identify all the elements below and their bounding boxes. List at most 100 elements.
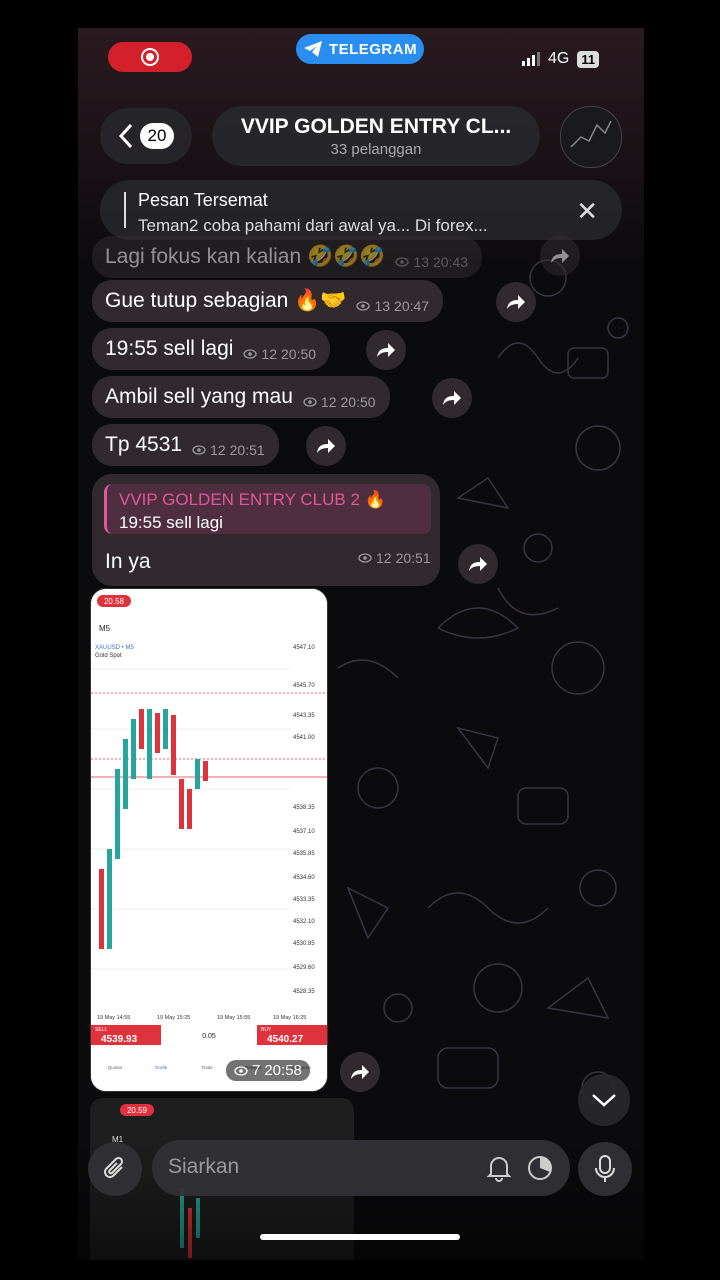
- trading-chart-image: 20.58 M5 XAUUSD • M5 Gold Spot 4547.10 4…: [91, 589, 327, 1091]
- attach-button[interactable]: [88, 1142, 142, 1196]
- back-chevron-icon: [118, 123, 132, 149]
- forward-button[interactable]: [540, 236, 580, 276]
- message-bubble[interactable]: Gue tutup sebagian 🔥🤝 13 20:47: [92, 280, 444, 322]
- forward-button[interactable]: [496, 282, 536, 322]
- eye-icon: [243, 349, 258, 359]
- subscriber-count: 33 pelanggan: [330, 141, 422, 158]
- signal-indicators: 4G 11: [522, 50, 600, 68]
- svg-text:4534.60: 4534.60: [293, 875, 315, 881]
- forward-button[interactable]: [340, 1052, 380, 1092]
- view-count: 13: [374, 298, 391, 314]
- svg-text:19 May 15:25: 19 May 15:25: [157, 1015, 190, 1021]
- bell-icon[interactable]: [486, 1154, 512, 1182]
- eye-icon: [303, 397, 317, 407]
- sell-price: 4539.93: [101, 1034, 138, 1045]
- view-count: 12: [376, 550, 392, 566]
- avatar-chart-thumbnail: [570, 120, 612, 148]
- message-time: 20:58: [264, 1062, 302, 1079]
- telegram-pill[interactable]: TELEGRAM: [296, 34, 424, 64]
- reply-message-bubble[interactable]: VVIP GOLDEN ENTRY CLUB 2 🔥 19:55 sell la…: [92, 474, 440, 586]
- message-bubble[interactable]: Lagi fokus kan kalian 🤣🤣🤣 13 20:43: [92, 236, 483, 278]
- message-time: 20:51: [229, 442, 265, 458]
- message-meta: 13 20:43: [395, 244, 468, 270]
- message-meta: 12 20:51: [192, 432, 265, 458]
- svg-text:4543.35: 4543.35: [293, 713, 315, 719]
- timer-icon[interactable]: [526, 1154, 554, 1182]
- buy-price: 4540.27: [267, 1034, 304, 1045]
- forward-icon: [469, 557, 487, 571]
- pinned-heading: Pesan Tersemat: [138, 190, 268, 210]
- chevron-down-icon: [592, 1094, 616, 1107]
- shot-symbol: XAUUSD • M5: [95, 645, 134, 651]
- pinned-message-bar[interactable]: Pesan Tersemat Teman2 coba pahami dari a…: [100, 180, 622, 240]
- telegram-pill-label: TELEGRAM: [328, 40, 418, 58]
- view-count: 12: [210, 442, 226, 458]
- message-text: 19:55 sell lagi: [105, 337, 234, 360]
- message-time: 20:51: [395, 550, 431, 566]
- svg-text:4535.85: 4535.85: [293, 851, 315, 857]
- forward-icon: [377, 343, 395, 357]
- back-button[interactable]: 20: [100, 108, 192, 164]
- message-text: Lagi fokus kan kalian 🤣🤣🤣: [105, 245, 386, 268]
- svg-text:Grafik: Grafik: [155, 1065, 168, 1070]
- message-time: 20:50: [281, 346, 317, 362]
- message-bubble[interactable]: Tp 4531 12 20:51: [92, 424, 279, 466]
- forward-icon: [351, 1065, 369, 1079]
- message-time: 20:47: [394, 298, 430, 314]
- svg-text:4533.35: 4533.35: [293, 897, 315, 903]
- eye-icon: [192, 445, 206, 455]
- message-text: Ambil sell yang mau: [105, 385, 293, 408]
- svg-text:4537.10: 4537.10: [293, 829, 315, 835]
- paperclip-icon: [104, 1156, 124, 1178]
- network-type: 4G: [548, 50, 570, 67]
- signal-icon: [522, 52, 540, 66]
- channel-title: VVIP GOLDEN ENTRY CL...: [240, 115, 512, 138]
- svg-text:Quotes: Quotes: [108, 1065, 123, 1070]
- svg-text:19 May 16:25: 19 May 16:25: [273, 1015, 306, 1021]
- svg-text:19 May 15:55: 19 May 15:55: [217, 1015, 250, 1021]
- battery-level: 11: [577, 50, 600, 68]
- message-text: In ya: [105, 550, 151, 573]
- forward-button[interactable]: [366, 330, 406, 370]
- svg-text:19 May 14:55: 19 May 14:55: [97, 1015, 130, 1021]
- sell-label: SELL: [95, 1027, 107, 1033]
- svg-text:4538.35: 4538.35: [293, 805, 315, 811]
- input-placeholder: Siarkan: [168, 1155, 240, 1178]
- forward-button[interactable]: [458, 544, 498, 584]
- image-message-meta: 7 20:58: [226, 1060, 310, 1081]
- scroll-down-button[interactable]: [578, 1074, 630, 1126]
- message-meta: 12 20:50: [243, 336, 316, 362]
- quoted-author: VVIP GOLDEN ENTRY CLUB 2 🔥: [119, 490, 386, 509]
- svg-text:4530.85: 4530.85: [293, 941, 315, 947]
- message-text: Gue tutup sebagian 🔥🤝: [105, 289, 347, 312]
- message-bubble[interactable]: 19:55 sell lagi 12 20:50: [92, 328, 331, 370]
- forward-icon: [551, 249, 569, 263]
- unread-count-badge: 20: [139, 123, 175, 149]
- channel-title-pill[interactable]: VVIP GOLDEN ENTRY CL... 33 pelanggan: [212, 106, 540, 166]
- message-bubble[interactable]: Ambil sell yang mau 12 20:50: [92, 376, 390, 418]
- svg-text:4528.35: 4528.35: [293, 989, 315, 995]
- image-message-trading-screenshot[interactable]: 20.58 M5 XAUUSD • M5 Gold Spot 4547.10 4…: [90, 588, 328, 1092]
- forward-button[interactable]: [432, 378, 472, 418]
- eye-icon: [234, 1065, 248, 1076]
- message-text: Tp 4531: [105, 433, 183, 456]
- voice-record-button[interactable]: [578, 1142, 632, 1196]
- telegram-icon: [303, 41, 322, 57]
- channel-avatar[interactable]: [560, 106, 622, 168]
- record-icon: [141, 48, 159, 66]
- screen-record-pill[interactable]: [108, 42, 192, 72]
- svg-text:4529.60: 4529.60: [293, 965, 315, 971]
- buy-label: BUY: [261, 1027, 272, 1033]
- view-count: 7: [252, 1062, 261, 1079]
- message-meta: 13 20:47: [356, 288, 429, 314]
- svg-text:4541.00: 4541.00: [293, 735, 315, 741]
- eye-icon: [356, 301, 371, 311]
- broadcast-input[interactable]: Siarkan: [152, 1140, 570, 1196]
- view-count: 13: [413, 254, 429, 270]
- forward-button[interactable]: [306, 426, 346, 466]
- pinned-indicator: [124, 192, 126, 228]
- close-icon[interactable]: ✕: [576, 196, 598, 227]
- svg-text:4547.10: 4547.10: [293, 645, 315, 651]
- quoted-message[interactable]: VVIP GOLDEN ENTRY CLUB 2 🔥 19:55 sell la…: [104, 484, 431, 534]
- svg-text:Trade: Trade: [201, 1065, 213, 1070]
